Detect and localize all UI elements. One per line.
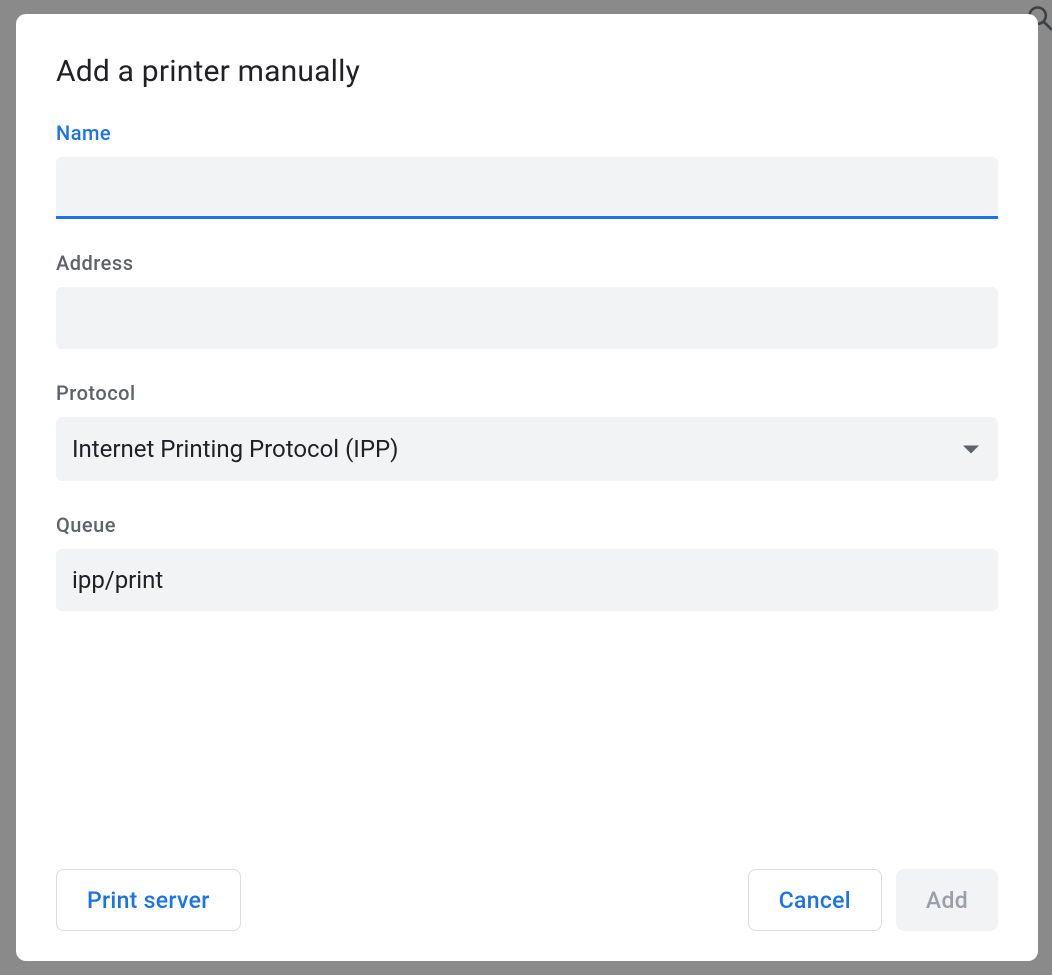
- print-server-button[interactable]: Print server: [56, 869, 241, 931]
- address-input[interactable]: [56, 287, 998, 349]
- name-field-group: Name: [56, 121, 998, 219]
- queue-label: Queue: [56, 513, 998, 537]
- protocol-field-group: Protocol Internet Printing Protocol (IPP…: [56, 381, 998, 481]
- queue-field-group: Queue: [56, 513, 998, 611]
- protocol-select[interactable]: Internet Printing Protocol (IPP): [56, 417, 998, 481]
- dialog-footer: Print server Cancel Add: [56, 849, 998, 931]
- add-printer-dialog: Add a printer manually Name Address Prot…: [16, 14, 1038, 961]
- address-label: Address: [56, 251, 998, 275]
- address-field-group: Address: [56, 251, 998, 349]
- add-button[interactable]: Add: [896, 869, 998, 931]
- cancel-button[interactable]: Cancel: [748, 869, 882, 931]
- name-label: Name: [56, 121, 998, 145]
- protocol-selected-value: Internet Printing Protocol (IPP): [72, 435, 398, 463]
- dialog-title: Add a printer manually: [56, 54, 998, 89]
- queue-input[interactable]: [56, 549, 998, 611]
- name-input[interactable]: [56, 157, 998, 219]
- protocol-label: Protocol: [56, 381, 998, 405]
